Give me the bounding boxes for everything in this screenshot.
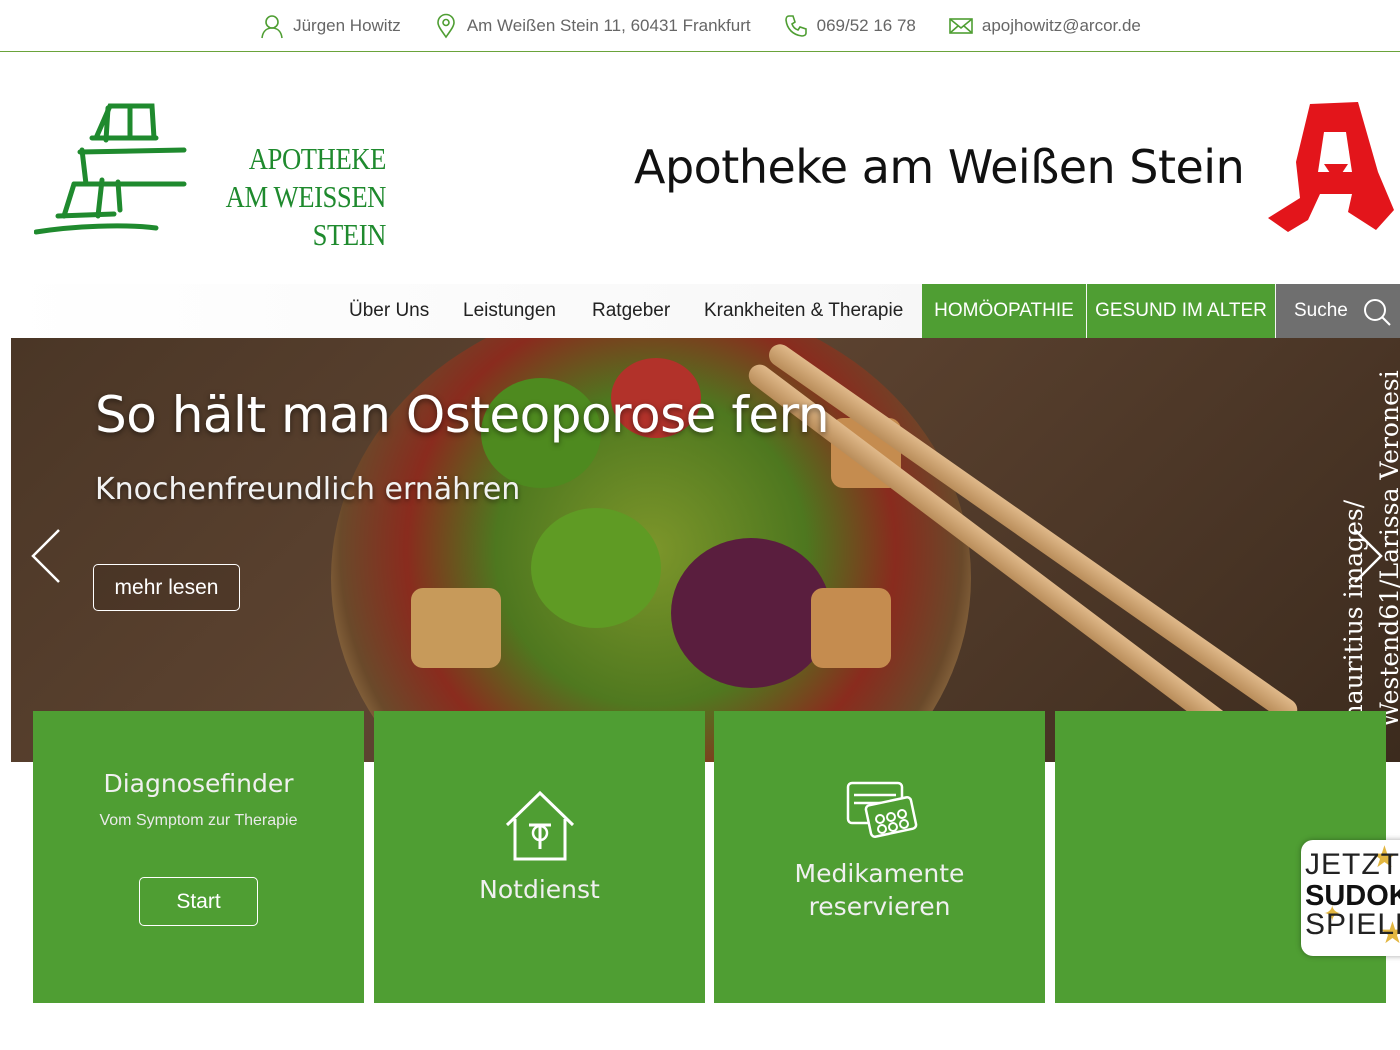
- slider-prev-arrow-icon[interactable]: [29, 528, 63, 584]
- contact-address[interactable]: Am Weißen Stein 11, 60431 Frankfurt: [433, 13, 751, 39]
- medikamente-label-line-2: reservieren: [808, 892, 951, 921]
- search-icon: [1364, 299, 1391, 326]
- location-pin-icon: [437, 13, 455, 38]
- apotheke-a-logo-icon: [1268, 102, 1394, 232]
- building-logo-icon: [34, 103, 187, 235]
- contact-email-text: apojhowitz@arcor.de: [981, 15, 1141, 35]
- hero-slider: So hält man Osteoporose fern Knochenfreu…: [11, 338, 1400, 762]
- search-button[interactable]: Suche: [1276, 284, 1400, 338]
- hero-subtitle: Knochenfreundlich ernähren: [95, 472, 521, 507]
- medikamente-label: Medikamente reservieren: [714, 857, 1045, 923]
- contact-phone[interactable]: 069/52 16 78: [783, 13, 916, 39]
- phone-icon: [784, 14, 807, 37]
- diagnosefinder-tile: Diagnosefinder Vom Symptom zur Therapie …: [33, 711, 364, 1003]
- sudoku-badge[interactable]: ★ ★ ✦ JETZT SUDOKU SPIELEN: [1301, 840, 1400, 956]
- image-credit: mauritius images/ Westend61/Larissa Vero…: [1337, 368, 1400, 728]
- tofu-shape: [411, 588, 501, 668]
- nav-item-homoeopathie[interactable]: HOMÖOPATHIE: [922, 284, 1086, 338]
- logo-line-1: APOTHEKE: [248, 141, 387, 176]
- read-more-button[interactable]: mehr lesen: [93, 564, 240, 611]
- contact-email[interactable]: apojhowitz@arcor.de: [948, 13, 1141, 39]
- diagnosefinder-start-button[interactable]: Start: [139, 877, 258, 926]
- contact-name[interactable]: Jürgen Howitz: [259, 13, 401, 39]
- broccoli-shape-2: [531, 508, 661, 628]
- pharmacy-house-icon: [505, 790, 575, 861]
- image-credit-line-1: mauritius images/: [1339, 499, 1368, 728]
- contact-name-text: Jürgen Howitz: [293, 15, 401, 35]
- notdienst-label: Notdienst: [479, 875, 600, 904]
- onion-shape: [671, 538, 831, 688]
- contact-phone-text: 069/52 16 78: [816, 15, 916, 35]
- contact-address-text: Am Weißen Stein 11, 60431 Frankfurt: [466, 15, 751, 35]
- sudoku-line-1: JETZT: [1305, 848, 1400, 881]
- tofu-shape-2: [811, 588, 891, 668]
- logo-line-2: AM WEISSEN STEIN: [225, 179, 387, 252]
- nav-item-ueber-uns[interactable]: Über Uns: [349, 284, 429, 338]
- nav-item-gesund-im-alter[interactable]: GESUND IM ALTER: [1087, 284, 1275, 338]
- medikamente-tile[interactable]: Medikamente reservieren: [714, 711, 1045, 1003]
- nav-item-leistungen[interactable]: Leistungen: [463, 284, 556, 338]
- search-label: Suche: [1294, 300, 1348, 321]
- image-credit-line-2: Westend61/Larissa Veronesi: [1375, 370, 1400, 728]
- user-icon: [261, 14, 283, 38]
- contact-bar: Jürgen Howitz Am Weißen Stein 11, 60431 …: [0, 0, 1400, 52]
- medikamente-label-line-1: Medikamente: [794, 859, 965, 888]
- diagnosefinder-title: Diagnosefinder: [103, 769, 294, 798]
- site-title: Apotheke am Weißen Stein: [634, 140, 1245, 194]
- envelope-icon: [949, 17, 973, 34]
- notdienst-tile[interactable]: Notdienst: [374, 711, 705, 1003]
- sudoku-line-3: SPIELEN: [1305, 908, 1400, 941]
- diagnosefinder-subtitle: Vom Symptom zur Therapie: [99, 812, 298, 829]
- logo-text: APOTHEKE AM WEISSEN STEIN: [197, 140, 387, 254]
- main-navigation: Über Uns Leistungen Ratgeber Krankheiten…: [0, 284, 1400, 338]
- hero-title: So hält man Osteoporose fern: [95, 386, 830, 444]
- nav-item-krankheiten-therapie[interactable]: Krankheiten & Therapie: [704, 284, 903, 338]
- nav-item-ratgeber[interactable]: Ratgeber: [592, 284, 670, 338]
- pill-blister-icon: [846, 781, 918, 838]
- pharmacy-logo[interactable]: APOTHEKE AM WEISSEN STEIN: [34, 98, 386, 252]
